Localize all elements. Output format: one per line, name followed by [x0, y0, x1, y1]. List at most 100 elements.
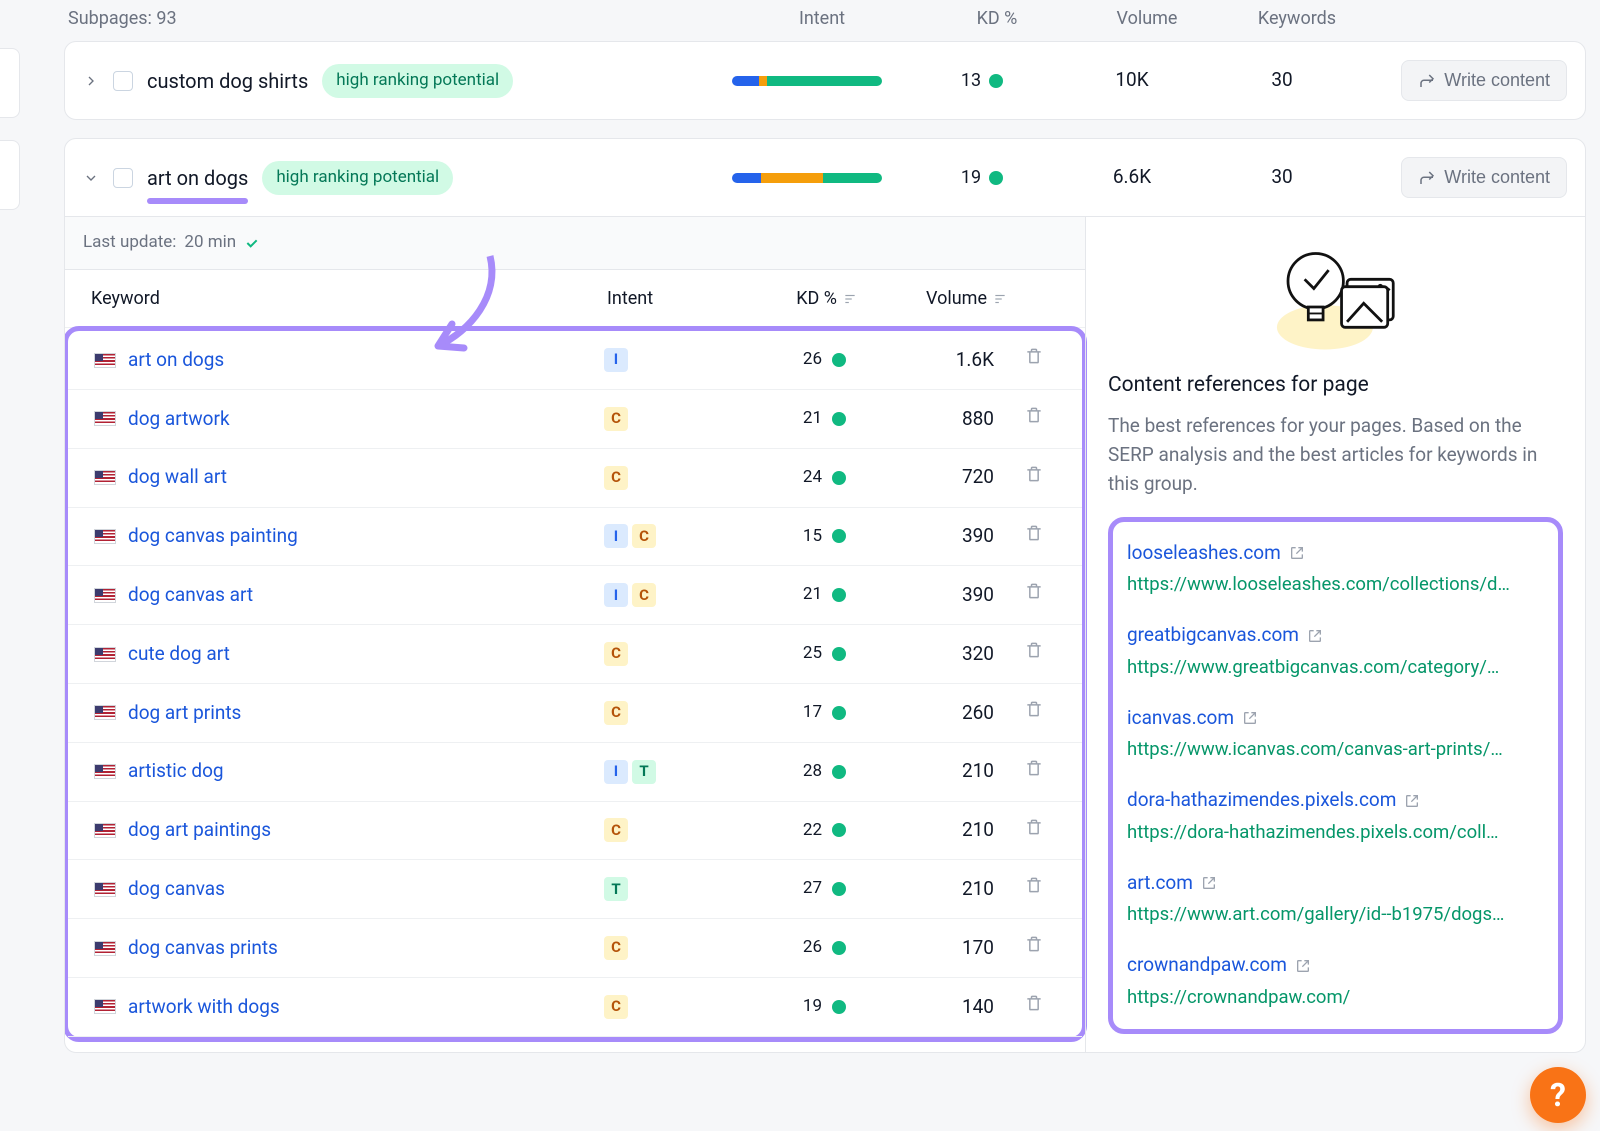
reference-url[interactable]: https://crownandpaw.com/	[1127, 985, 1544, 1011]
volume-value: 210	[854, 876, 1004, 903]
us-flag-icon	[94, 647, 116, 662]
references-title: Content references for page	[1108, 371, 1563, 400]
keyword-link[interactable]: dog artwork	[128, 406, 230, 433]
delete-button[interactable]	[1004, 817, 1064, 845]
reference-domain-link[interactable]: art.com	[1127, 870, 1544, 897]
intent-tag: C	[604, 642, 628, 666]
keyword-link[interactable]: dog art paintings	[128, 817, 271, 844]
chevron-down-icon[interactable]	[83, 170, 99, 186]
keyword-link[interactable]: cute dog art	[128, 641, 230, 668]
help-fab[interactable]: ?	[1530, 1067, 1586, 1123]
intent-tag: I	[604, 760, 628, 784]
us-flag-icon	[94, 529, 116, 544]
delete-button[interactable]	[1004, 699, 1064, 727]
intent-tag: C	[604, 818, 628, 842]
kd-value: 25	[704, 642, 854, 666]
select-checkbox[interactable]	[113, 168, 133, 188]
volume-value: 210	[854, 817, 1004, 844]
kd-value: 19	[907, 165, 1057, 190]
delete-button[interactable]	[1004, 640, 1064, 668]
intent-tags: C	[604, 701, 704, 725]
kd-value: 17	[704, 701, 854, 725]
keyword-link[interactable]: artwork with dogs	[128, 994, 280, 1021]
header-keyword[interactable]: Keyword	[91, 286, 607, 311]
intent-tag: I	[604, 524, 628, 548]
intent-tag: T	[632, 760, 656, 784]
reference-url[interactable]: https://www.looseleashes.com/collections…	[1127, 572, 1544, 598]
cluster-row: custom dog shirts high ranking potential…	[64, 41, 1586, 120]
keyword-link[interactable]: dog canvas art	[128, 582, 253, 609]
keyword-count: 30	[1207, 67, 1357, 94]
reference-url[interactable]: https://www.greatbigcanvas.com/category/…	[1127, 655, 1544, 681]
us-flag-icon	[94, 470, 116, 485]
cluster-title[interactable]: art on dogs	[147, 164, 248, 192]
side-stub	[0, 48, 20, 118]
delete-button[interactable]	[1004, 581, 1064, 609]
keyword-row: artistic dogIT28210	[68, 743, 1082, 802]
intent-tags: C	[604, 995, 704, 1019]
delete-button[interactable]	[1004, 346, 1064, 374]
keyword-link[interactable]: dog wall art	[128, 464, 227, 491]
delete-button[interactable]	[1004, 934, 1064, 962]
kd-value: 24	[704, 466, 854, 490]
delete-button[interactable]	[1004, 758, 1064, 786]
volume-value: 1.6K	[854, 347, 1004, 374]
header-volume[interactable]: Volume	[857, 286, 1007, 311]
keyword-row: dog canvasT27210	[68, 860, 1082, 919]
delete-button[interactable]	[1004, 993, 1064, 1021]
intent-tag: C	[604, 936, 628, 960]
reference-item: art.com https://www.art.com/gallery/id--b…	[1127, 858, 1544, 940]
keyword-link[interactable]: dog canvas	[128, 876, 225, 903]
col-intent: Intent	[722, 6, 922, 31]
reference-url[interactable]: https://www.art.com/gallery/id--b1975/do…	[1127, 902, 1544, 928]
keyword-link[interactable]: dog canvas prints	[128, 935, 278, 962]
intent-tag: C	[604, 466, 628, 490]
reference-domain-link[interactable]: looseleashes.com	[1127, 540, 1544, 567]
keyword-link[interactable]: dog canvas painting	[128, 523, 298, 550]
volume-value: 720	[854, 464, 1004, 491]
delete-button[interactable]	[1004, 523, 1064, 551]
header-kd[interactable]: KD %	[707, 286, 857, 311]
intent-bar	[707, 76, 907, 86]
reference-domain-link[interactable]: greatbigcanvas.com	[1127, 622, 1544, 649]
lightbulb-illustration	[1261, 235, 1411, 355]
keyword-link[interactable]: art on dogs	[128, 347, 224, 374]
intent-tags: T	[604, 877, 704, 901]
keyword-row: dog art paintingsC22210	[68, 802, 1082, 861]
select-checkbox[interactable]	[113, 71, 133, 91]
intent-tags: C	[604, 642, 704, 666]
delete-button[interactable]	[1004, 405, 1064, 433]
intent-tag: C	[632, 583, 656, 607]
chevron-right-icon[interactable]	[83, 73, 99, 89]
reference-domain-link[interactable]: crownandpaw.com	[1127, 952, 1544, 979]
intent-tag: C	[632, 524, 656, 548]
delete-button[interactable]	[1004, 875, 1064, 903]
keyword-row: dog canvas paintingIC15390	[68, 508, 1082, 567]
kd-value: 13	[907, 68, 1057, 93]
references-desc: The best references for your pages. Base…	[1108, 411, 1563, 499]
us-flag-icon	[94, 764, 116, 779]
write-content-button[interactable]: Write content	[1401, 60, 1567, 101]
reference-url[interactable]: https://dora-hathazimendes.pixels.com/co…	[1127, 820, 1544, 846]
kd-value: 28	[704, 760, 854, 784]
reference-domain-link[interactable]: icanvas.com	[1127, 705, 1544, 732]
volume-value: 10K	[1057, 67, 1207, 94]
intent-bar	[707, 173, 907, 183]
subpages-count: Subpages: 93	[68, 6, 722, 31]
intent-tags: C	[604, 407, 704, 431]
cluster-title[interactable]: custom dog shirts	[147, 67, 308, 95]
kd-value: 26	[704, 348, 854, 372]
delete-button[interactable]	[1004, 464, 1064, 492]
keyword-count: 30	[1207, 164, 1357, 191]
column-header-row: Subpages: 93 Intent KD % Volume Keywords	[64, 0, 1586, 41]
last-update: Last update: 20 min	[65, 217, 1085, 270]
keyword-link[interactable]: dog art prints	[128, 700, 241, 727]
col-kd: KD %	[922, 6, 1072, 31]
reference-url[interactable]: https://www.icanvas.com/canvas-art-print…	[1127, 737, 1544, 763]
intent-tag: I	[604, 348, 628, 372]
write-content-button[interactable]: Write content	[1401, 157, 1567, 198]
header-intent[interactable]: Intent	[607, 286, 707, 311]
reference-item: crownandpaw.com https://crownandpaw.com/	[1127, 940, 1544, 1022]
reference-domain-link[interactable]: dora-hathazimendes.pixels.com	[1127, 787, 1544, 814]
keyword-link[interactable]: artistic dog	[128, 758, 224, 785]
